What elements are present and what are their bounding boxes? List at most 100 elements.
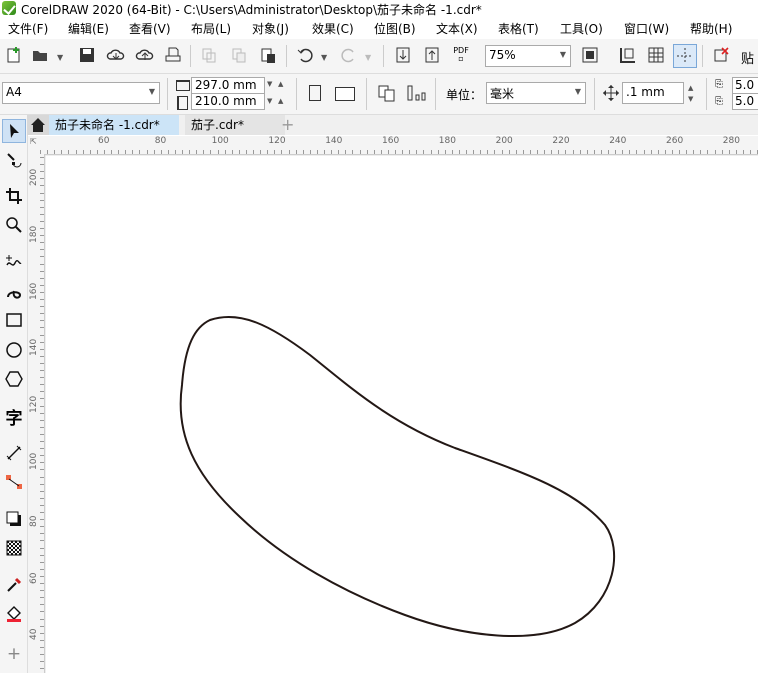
connector-tool-icon[interactable] — [2, 470, 26, 494]
ruler-tick-label: 200 — [495, 136, 513, 146]
ruler-tick — [40, 256, 44, 258]
new-document-icon[interactable] — [3, 44, 25, 66]
print-icon[interactable] — [162, 44, 184, 66]
menu-edit[interactable]: 编辑(E) — [68, 20, 109, 37]
import-icon[interactable] — [392, 44, 414, 66]
ruler-tick — [316, 150, 318, 154]
ruler-tick — [395, 150, 396, 154]
ruler-tick — [196, 150, 198, 154]
publish-pdf-icon[interactable]: PDF ▫ — [450, 44, 472, 66]
cloud-import-icon[interactable] — [105, 44, 127, 66]
show-rulers-icon[interactable] — [617, 44, 639, 66]
freehand-tool-icon[interactable] — [2, 250, 26, 274]
text-tool-icon[interactable]: 字 — [2, 404, 26, 429]
tab-document-2[interactable]: 茄子.cdr* — [185, 115, 285, 135]
transparency-tool-icon[interactable] — [2, 536, 26, 560]
ruler-tick-label: 240 — [609, 136, 627, 146]
units-dropdown[interactable]: 毫米 ▼ — [486, 82, 586, 104]
width-spinner-up-icon[interactable]: ▲ — [278, 80, 283, 88]
zoom-tool-icon[interactable] — [2, 213, 26, 237]
artistic-media-tool-icon[interactable] — [2, 280, 26, 304]
eggplant-outline-shape[interactable] — [179, 315, 616, 638]
page-width-field[interactable]: 297.0 mm — [191, 77, 265, 94]
snap-to-label[interactable]: 贴 — [741, 48, 754, 67]
page-height-icon — [177, 96, 188, 110]
nudge-distance-field[interactable]: .1 mm — [622, 82, 684, 104]
ruler-tick — [54, 150, 56, 154]
snap-off-icon[interactable] — [710, 44, 732, 66]
menu-object[interactable]: 对象(J) — [252, 20, 289, 37]
paste-icon[interactable] — [257, 44, 279, 66]
duplicate-y-field[interactable]: 5.0 r — [732, 93, 758, 110]
menu-file[interactable]: 文件(F) — [8, 20, 48, 37]
export-icon[interactable] — [421, 44, 443, 66]
toolbar-separator — [286, 45, 287, 67]
menu-text[interactable]: 文本(X) — [436, 20, 478, 37]
ruler-tick — [40, 441, 44, 442]
full-screen-preview-icon[interactable] — [579, 44, 601, 66]
ruler-tick — [40, 284, 44, 286]
pick-tool-icon[interactable] — [2, 119, 26, 143]
show-grid-icon[interactable] — [645, 44, 667, 66]
all-pages-icon[interactable] — [376, 82, 398, 104]
drop-shadow-tool-icon[interactable] — [2, 507, 26, 531]
redo-icon[interactable] — [338, 44, 360, 66]
menu-layout[interactable]: 布局(L) — [191, 20, 231, 37]
ruler-tick — [494, 150, 496, 154]
polygon-tool-icon[interactable] — [2, 367, 26, 391]
redo-dropdown-icon[interactable]: ▼ — [365, 53, 371, 62]
open-icon[interactable] — [29, 44, 51, 66]
portrait-icon[interactable] — [309, 85, 321, 101]
duplicate-x-field[interactable]: 5.0 r — [732, 77, 758, 94]
add-tool-icon[interactable]: + — [2, 642, 26, 666]
undo-icon[interactable] — [294, 44, 316, 66]
new-tab-icon[interactable]: + — [275, 115, 295, 135]
ruler-tick — [40, 426, 44, 428]
width-spinner-icon[interactable]: ▼ — [267, 80, 272, 88]
menu-tools[interactable]: 工具(O) — [560, 20, 603, 37]
ruler-tick — [40, 206, 44, 208]
ruler-origin-icon[interactable]: ⇱ — [30, 137, 37, 146]
zoom-level-dropdown[interactable]: 75% ▼ — [485, 45, 571, 67]
nudge-spinner-down-icon[interactable]: ▼ — [688, 95, 693, 103]
drawing-canvas[interactable] — [45, 155, 758, 673]
page-size-dropdown[interactable]: A4 ▼ — [2, 82, 160, 104]
height-spinner-up-icon[interactable]: ▲ — [278, 97, 283, 105]
menu-window[interactable]: 窗口(W) — [624, 20, 669, 37]
landscape-icon[interactable] — [335, 87, 355, 101]
page-height-field[interactable]: 210.0 mm — [191, 93, 265, 110]
shape-tool-icon[interactable] — [2, 148, 26, 172]
cut-icon[interactable] — [198, 44, 220, 66]
menu-effects[interactable]: 效果(C) — [312, 20, 354, 37]
ruler-tick — [61, 150, 63, 154]
nudge-spinner-up-icon[interactable]: ▲ — [688, 84, 693, 92]
tab-document-1[interactable]: 茄子未命名 -1.cdr* — [49, 115, 179, 135]
show-guidelines-icon[interactable] — [673, 44, 697, 68]
ruler-tick — [40, 412, 44, 414]
ruler-tick — [245, 150, 247, 154]
ruler-tick — [89, 150, 91, 154]
crop-tool-icon[interactable] — [2, 184, 26, 208]
rectangle-tool-icon[interactable] — [2, 308, 26, 332]
menu-view[interactable]: 查看(V) — [129, 20, 171, 37]
ellipse-tool-icon[interactable] — [2, 338, 26, 362]
ruler-tick — [40, 512, 44, 513]
ruler-tick — [537, 150, 538, 154]
menu-table[interactable]: 表格(T) — [498, 20, 539, 37]
parallel-dimension-tool-icon[interactable] — [2, 441, 26, 465]
current-page-icon[interactable] — [406, 82, 428, 104]
menu-help[interactable]: 帮助(H) — [690, 20, 732, 37]
copy-icon[interactable] — [228, 44, 250, 66]
menu-bitmaps[interactable]: 位图(B) — [374, 20, 416, 37]
horizontal-ruler[interactable]: ⇱ 60 80 100 120 140 160 180 200 220 240 260 280 — [28, 136, 758, 155]
undo-dropdown-icon[interactable]: ▼ — [321, 53, 327, 62]
height-spinner-icon[interactable]: ▼ — [267, 97, 272, 105]
interactive-fill-tool-icon[interactable] — [2, 602, 26, 626]
home-tab[interactable] — [27, 115, 49, 135]
cloud-export-icon[interactable] — [134, 44, 156, 66]
eyedropper-tool-icon[interactable] — [2, 573, 26, 597]
ruler-tick — [75, 150, 77, 154]
open-dropdown-icon[interactable]: ▼ — [57, 53, 63, 62]
save-icon[interactable] — [76, 44, 98, 66]
vertical-ruler[interactable]: 200 180 160 140 120 100 80 60 40 — [28, 154, 45, 673]
